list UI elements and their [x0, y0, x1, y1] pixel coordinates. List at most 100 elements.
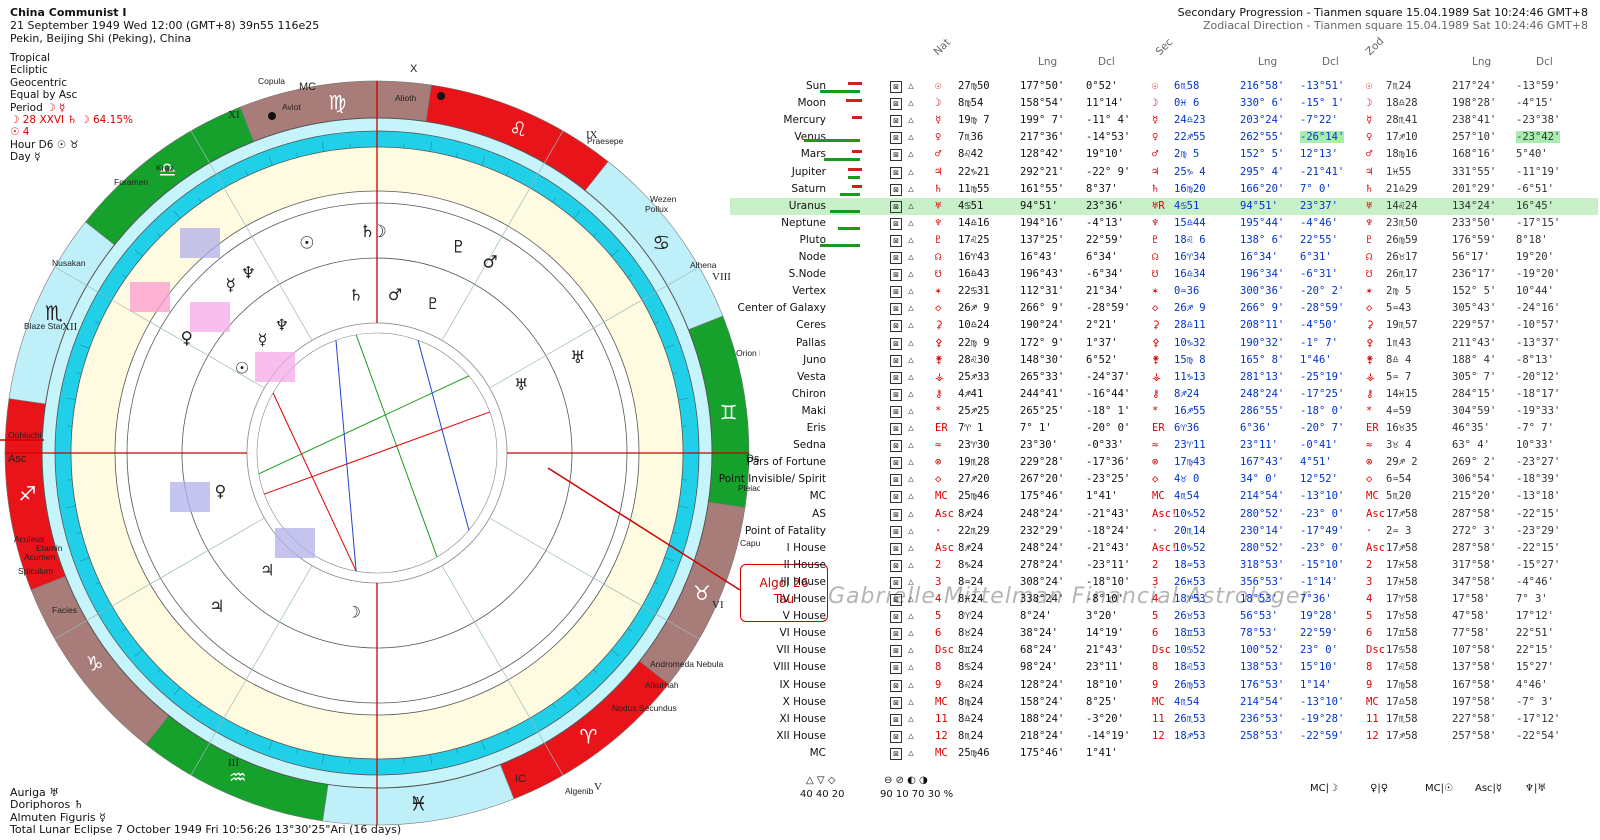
astro-wheel[interactable]: XIIXVIIIVIVIVIIIXIIAscDscMCICX♈♉♊♋♌♍♎♏♐♑…	[0, 0, 760, 840]
modality-icons: ⊖ ⊘ ◐ ◑	[884, 775, 928, 786]
table-row[interactable]: Uranus ⊠ △ ♅ 4♋51 94°51' 23°36' ♅R 4♋51 94°51' 23°…	[730, 197, 1598, 215]
table-row[interactable]: Moon ⊠ △ ☽ 8♍54 158°54' 11°14' ☽ 0♓ 6 330° 6' -15°…	[730, 95, 1598, 112]
table-row[interactable]: Point Invisible/ Spirit ⊠ △ ◇ 27♐20 267°20' -2…	[719, 471, 1598, 488]
sec-position: 16♐55	[1174, 404, 1206, 417]
zod-glyph: ·	[1366, 524, 1373, 537]
element-icon: △	[908, 150, 914, 159]
table-row[interactable]: Venus ⊠ △ ♀ 7♏36 217°36' -14°53' ♀ 22♐55 262°55' -…	[730, 129, 1598, 146]
progressed-planet-glyph: ☉	[235, 358, 249, 377]
sign-glyph: ♌	[509, 117, 527, 141]
sec-position: 15♍ 8	[1174, 353, 1206, 366]
table-row[interactable]: Center of Galaxy ⊠ △ ◇ 26♐ 9 266° 9' -28°59' ◇ 2…	[730, 300, 1598, 317]
dignity-icon: ⊠	[890, 713, 902, 726]
row-label: Pallas	[795, 336, 826, 349]
row-label: I House	[786, 541, 826, 554]
sec-declination: -7°22'	[1300, 114, 1338, 127]
zod-position: 21♎29	[1386, 182, 1418, 195]
table-row[interactable]: Neptune ⊠ △ ♆ 14♎16 194°16' -4°13' ♆ 15♎44 195°44…	[730, 215, 1598, 232]
table-row[interactable]: Sedna ⊠ △ ≈23♈30 23°30' -0°33' ≈23♈11 23°11' -0°…	[730, 437, 1598, 454]
table-row[interactable]: V House ⊠ △ 5 8♈24 8°24' 3°20' 5 26♉53 56°53' 19°2…	[730, 608, 1598, 625]
table-row[interactable]: S.Node ⊠ △ ☋ 16♎43 196°43' -6°34' ☋ 16♎34 196°34'…	[730, 266, 1598, 283]
table-row[interactable]: MC ⊠ △ MC 25♍46 175°46' 1°41' MC 4♏54 214°54' -13°…	[730, 488, 1598, 505]
zod-glyph: 12	[1366, 729, 1379, 742]
table-row[interactable]: I House ⊠ △ Asc 8♐24 248°24' -21°43' Asc! 10♑52 2…	[730, 540, 1598, 557]
table-row[interactable]: X House ⊠ △ MC 8♍24 158°24' 8°25' MC 4♏54 214°54'…	[730, 694, 1598, 711]
natal-glyph: ☿	[935, 114, 942, 127]
dignity-icon: ⊠	[890, 559, 902, 572]
table-row[interactable]: Vertex ⊠ △ ✶ 22♋31 112°31' 21°34' ✶ 0♒36 300°36' -…	[730, 283, 1598, 300]
table-row[interactable]: Saturn ⊠ △ ♄ 11♍55 161°55' 8°37' ♄ 16♍20 166°20' 7…	[730, 181, 1598, 198]
dignity-icon: ⊠	[890, 405, 902, 418]
zod-position: 7♏24	[1386, 80, 1412, 92]
zod-declination: 4°46'	[1516, 678, 1548, 691]
table-row[interactable]: VII House ⊠ △ Dsc 8♊24 68°24' 21°43' Dsc 10♋52 10…	[730, 642, 1598, 659]
table-row[interactable]: Jupiter ⊠ △ ♃ 22♑21 292°21' -22° 9' ♃ 25♑ 4 295° …	[730, 164, 1598, 181]
table-row[interactable]: Mercury ⊠ △ ☿ 19♍ 7 199° 7' -11° 4' ☿ 24♎23 203°2…	[730, 112, 1598, 129]
natal-longitude: 232°29'	[1020, 524, 1065, 537]
zod-glyph: ☉	[1366, 80, 1373, 92]
sec-position: 6♈36	[1174, 422, 1200, 434]
sec-position: 10♋52	[1174, 644, 1206, 657]
element-icon: △	[908, 492, 914, 501]
natal-glyph: ⚴	[935, 336, 943, 349]
table-row[interactable]: III House ⊠ △ 3 8♒24 308°24' -18°10' 3 26♓53 356°…	[730, 574, 1598, 591]
natal-position: 7♏36	[958, 131, 984, 144]
table-row[interactable]: VI House ⊠ △ 6 8♉24 38°24' 14°19' 6 18♊53 78°53' 2…	[730, 625, 1598, 642]
table-row[interactable]: MC ⊠ △ MC 25♍46 175°46' 1°41'	[730, 745, 1598, 762]
row-label: Moon	[797, 97, 826, 110]
table-row[interactable]: VIII House ⊠ △ 8 8♋24 98°24' 23°11' 8 18♌53 138°5…	[730, 659, 1598, 676]
zod-longitude: 306°54'	[1452, 473, 1497, 486]
dignity-icon: ⊠	[890, 423, 902, 435]
natal-planet-glyph: ♅	[570, 348, 585, 368]
table-row[interactable]: Maki ⊠ △ * 25♐25 265°25' -18° 1' * 16♐55 286°55' -…	[730, 403, 1598, 420]
table-row[interactable]: IX House ⊠ △ 9 8♌24 128°24' 18°10' 9 26♍53 176°53…	[730, 677, 1598, 694]
sec-declination: -13°51'	[1300, 80, 1345, 92]
sec-glyph: 3	[1152, 575, 1159, 588]
table-row[interactable]: IV House ⊠ △ 4 8♓24 338°24' -8°10' 4 18♈53 18°53'…	[730, 591, 1598, 608]
sec-longitude: 167°43'	[1240, 456, 1285, 469]
zod-longitude: 331°55'	[1452, 165, 1497, 178]
natal-glyph: 5	[935, 610, 942, 623]
element-icon: △	[908, 748, 914, 757]
element-icon: △	[908, 612, 914, 621]
zod-position: 2♒ 3	[1386, 524, 1412, 537]
zod-longitude: 152° 5'	[1452, 285, 1497, 298]
natal-longitude: 172° 9'	[1020, 336, 1065, 349]
table-row[interactable]: Point of Fatality ⊠ △ · 22♏29 232°29' -18°24' ·…	[730, 523, 1598, 540]
sign-glyph: ♍	[328, 90, 346, 114]
progressed-planet-glyph: ♃	[260, 560, 274, 579]
table-row[interactable]: Mars ⊠ △ ♂ 8♌42 128°42' 19°10' ♂ 2♍ 5 152° 5' 12°1…	[730, 146, 1598, 163]
table-row[interactable]: Vesta ⊠ △ ⚶ 25♐33 265°33' -24°37' ⚶ 11♑13 281°13'…	[730, 369, 1598, 386]
table-row[interactable]: Pluto ⊠ △ ♇ 17♌25 137°25' 22°59' ♇ 18♌ 6 138° 6' 2…	[730, 232, 1598, 249]
zod-declination: -20°12'	[1516, 370, 1561, 383]
table-row[interactable]: Eris ⊠ △ ER 7♈ 1 7° 1' -20° 0' ER 6♈36 6°36' -20° …	[730, 420, 1598, 437]
table-row[interactable]: Pars of Fortune ⊠ △ ⊗ 19♏28 229°28' -17°36' ⊗ 17…	[730, 454, 1598, 471]
natal-declination: -8°10'	[1086, 593, 1124, 605]
zod-glyph: ♃	[1366, 165, 1373, 178]
sec-longitude: 236°53'	[1240, 712, 1285, 725]
table-row[interactable]: AS ⊠ △ Asc 8♐24 248°24' -21°43' Asc! 10♑52 280°52…	[730, 506, 1598, 523]
table-row[interactable]: Pallas ⊠ △ ⚴ 22♍ 9 172° 9' 1°37' ⚴ 10♑32 190°32' -…	[730, 335, 1598, 352]
sec-declination: -19°28'	[1300, 712, 1345, 725]
natal-longitude: 16°43'	[1020, 251, 1058, 263]
table-row[interactable]: Sun ⊠ △ ☉ 27♍50 177°50' 0°52' ☉ 6♏58 216°58' -13°5…	[730, 78, 1598, 95]
table-row[interactable]: Ceres ⊠ △ ⚳ 10♎24 190°24' 2°21' ⚳ 28♎11 208°11' -4…	[730, 317, 1598, 334]
element-icon: △	[908, 680, 914, 689]
dignity-icon: ⊠	[890, 183, 902, 196]
sec-glyph: *	[1152, 404, 1159, 417]
table-row[interactable]: Chiron ⊠ △ ⚷ 4♐41 244°41' -16°44' ⚷ 8♐24 248°24' -…	[730, 386, 1598, 403]
sec-declination: -13°10'	[1300, 490, 1345, 503]
zod-position: 1♓55	[1386, 165, 1412, 178]
zod-glyph: 8	[1366, 661, 1373, 674]
natal-longitude: 8°24'	[1020, 610, 1052, 623]
zod-glyph: ⚷	[1366, 387, 1374, 400]
sec-position: 4♋51	[1174, 199, 1200, 212]
zod-position: 19♏57	[1386, 319, 1418, 332]
table-row[interactable]: XII House ⊠ △ 12 8♏24 218°24' -14°19' 12 18♐53 25…	[730, 728, 1598, 745]
table-row[interactable]: Juno ⊠ △ ⚵ 28♌30 148°30' 6°52' ⚵ 15♍ 8 165° 8' 1°4…	[730, 352, 1598, 369]
table-row[interactable]: XI House ⊠ △ 11 8♎24 188°24' -3°20' 11 26♏53 236°…	[730, 711, 1598, 728]
table-row[interactable]: II House ⊠ △ 2 8♑24 278°24' -23°11' 2 18♒53 318°5…	[730, 557, 1598, 574]
zod-position: 3♉ 4	[1386, 439, 1412, 452]
table-row[interactable]: Node ⊠ △ ☊ 16♈43 16°43' 6°34' ☊ 16♈34 16°34' 6°31'…	[730, 249, 1598, 266]
row-label: Jupiter	[791, 165, 826, 178]
